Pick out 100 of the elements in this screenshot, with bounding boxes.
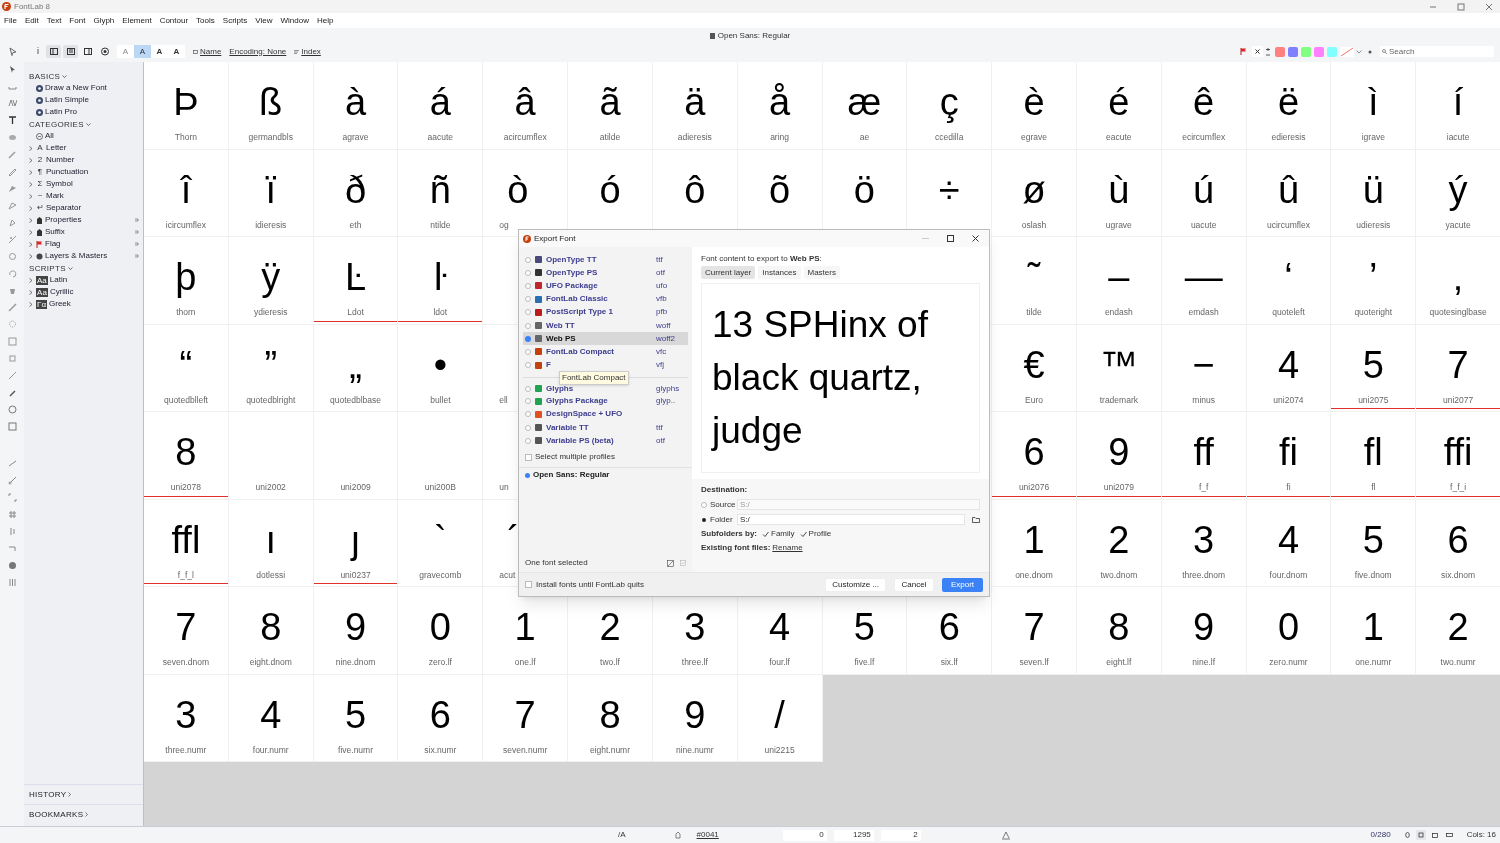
glyph-preview: ’ xyxy=(1369,255,1378,299)
glyph-preview: 1 xyxy=(1023,517,1045,562)
glyph-preview: è xyxy=(1023,80,1045,124)
glyph-name: uni2074 xyxy=(1273,394,1304,406)
glyph-name: trademark xyxy=(1099,394,1138,406)
glyph-preview: ç xyxy=(939,80,959,124)
glyph-preview: – xyxy=(1108,255,1130,299)
glyph-name: four.lf xyxy=(769,657,790,668)
glyph-name: zero.lf xyxy=(428,657,452,668)
script-badge: Aa xyxy=(36,275,48,285)
glyph-name: ugrave xyxy=(1105,219,1132,231)
glyph-name: Euro xyxy=(1025,394,1043,406)
glyph-name: tilde xyxy=(1026,307,1042,318)
glyph-name: six.dnom xyxy=(1441,569,1476,581)
glyph-preview: ä xyxy=(684,80,706,124)
glyph-preview: 7 xyxy=(175,605,197,649)
glyph-preview: ffi xyxy=(1443,430,1473,474)
glyph-preview: 9 xyxy=(1193,605,1215,649)
glyph-name: endash xyxy=(1104,307,1133,318)
glyph-name: og xyxy=(499,219,509,231)
glyph-name: acircumflex xyxy=(503,132,547,143)
glyph-preview: ö xyxy=(853,167,875,212)
glyph-preview: − xyxy=(1192,342,1215,387)
category-symbol: Σ xyxy=(36,179,44,189)
glyph-preview: 9 xyxy=(1108,430,1130,474)
glyph-preview: þ xyxy=(175,255,197,299)
glyph-name: ae xyxy=(859,132,870,143)
glyph-preview: ë xyxy=(1277,80,1300,124)
glyph-name: ntilde xyxy=(430,219,451,231)
glyph-preview: 2 xyxy=(1108,517,1130,562)
glyph-name: seven.dnom xyxy=(162,657,210,668)
glyph-preview: 0 xyxy=(1277,605,1300,649)
glyph-name: f_f_l xyxy=(177,569,194,581)
glyph-preview: ı xyxy=(265,517,276,562)
preview-text: 13 SPHinx of black quartz, judge xyxy=(712,303,929,453)
glyph-name: quotedblright xyxy=(246,394,296,406)
glyph-preview: 5 xyxy=(853,605,875,649)
glyph-preview: 3 xyxy=(175,692,197,737)
glyph-name: nine.lf xyxy=(1192,657,1215,668)
glyph-name: quotedblbase xyxy=(330,394,382,406)
glyph-preview: ˜ xyxy=(1027,255,1041,299)
glyph-preview: 5 xyxy=(1362,517,1384,562)
glyph-preview: 7 xyxy=(1447,342,1469,387)
glyph-preview: ff xyxy=(1193,430,1214,474)
glyph-name: edieresis xyxy=(1271,132,1306,143)
glyph-preview: 7 xyxy=(1023,605,1045,649)
glyph-name: bullet xyxy=(430,394,451,406)
glyph-name: f_f xyxy=(1198,482,1209,493)
glyph-name: quoteright xyxy=(1354,307,1393,318)
glyph-name: udieresis xyxy=(1356,219,1391,231)
category-symbol: ↵ xyxy=(36,203,44,213)
script-badge: Γα xyxy=(36,299,48,309)
glyph-name: dotlessi xyxy=(256,569,286,581)
glyph-preview: ß xyxy=(259,80,283,124)
glyph-preview: 6 xyxy=(1023,430,1045,474)
glyph-name: ell xyxy=(499,394,508,406)
glyph-name: atilde xyxy=(599,132,621,143)
glyph-preview: ð xyxy=(344,167,367,212)
glyph-name: one.numr xyxy=(1355,657,1392,668)
glyph-name: one.lf xyxy=(514,657,536,668)
glyph-name: four.dnom xyxy=(1269,569,1308,581)
glyph-name: uni2078 xyxy=(170,482,202,493)
glyph-preview: 7 xyxy=(514,692,536,737)
glyph-preview: à xyxy=(344,80,367,124)
selection-status: One font selected xyxy=(525,557,589,569)
glyph-name: uni2076 xyxy=(1018,482,1050,493)
glyph-preview: ÷ xyxy=(938,167,960,212)
glyph-name: eth xyxy=(349,219,362,231)
glyph-preview: 3 xyxy=(684,605,706,649)
glyph-preview: í xyxy=(1452,80,1464,124)
glyph-name: uni2215 xyxy=(764,744,795,756)
glyph-preview: ï xyxy=(265,167,276,212)
glyph-name: emdash xyxy=(1188,307,1219,318)
glyph-preview: ´ xyxy=(507,517,520,562)
glyph-preview: 6 xyxy=(1447,517,1469,562)
glyph-name: ldot xyxy=(433,307,448,318)
glyph-name: uacute xyxy=(1190,219,1217,231)
glyph-preview: ò xyxy=(507,167,529,212)
glyph-preview: fi xyxy=(1278,430,1298,474)
glyph-preview: ffl xyxy=(171,517,201,562)
category-symbol: 2 xyxy=(36,155,44,165)
glyph-preview: ` xyxy=(434,517,447,562)
glyph-name: idieresis xyxy=(255,219,287,231)
glyph-name: minus xyxy=(1192,394,1215,406)
glyph-name: uni2075 xyxy=(1358,394,1389,406)
glyph-preview: å xyxy=(769,80,791,124)
glyph-name: three.dnom xyxy=(1182,569,1226,581)
category-symbol: A xyxy=(36,143,44,153)
glyph-name: eight.numr xyxy=(589,744,631,756)
glyph-preview: ê xyxy=(1193,80,1215,124)
glyph-name: egrave xyxy=(1021,132,1048,143)
export-heading: Font content to export to Web PS: xyxy=(701,253,823,264)
glyph-preview: 9 xyxy=(344,605,367,649)
category-symbol: ~ xyxy=(36,191,44,201)
glyph-preview: 1 xyxy=(514,605,536,649)
tooltip: FontLab Compact xyxy=(559,370,629,385)
glyph-name: fi xyxy=(1286,482,1291,493)
glyph-name: five.dnom xyxy=(1354,569,1392,581)
glyph-name: three.lf xyxy=(681,657,708,668)
glyph-preview: û xyxy=(1277,167,1300,212)
